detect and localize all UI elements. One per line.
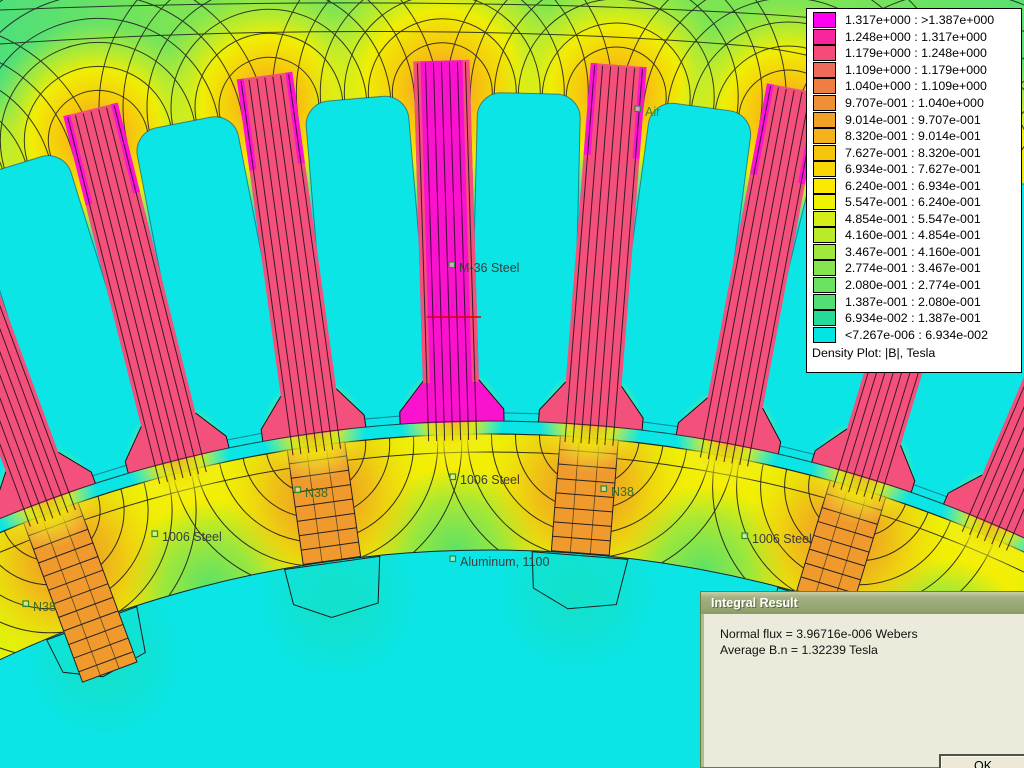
legend-range-label: 1.387e-001 : 2.080e-001	[845, 295, 981, 309]
legend-range-label: 6.934e-002 : 1.387e-001	[845, 311, 981, 325]
legend-row: 9.707e-001 : 1.040e+000	[807, 95, 1021, 112]
legend-row: 9.014e-001 : 9.707e-001	[807, 111, 1021, 128]
legend-range-label: 3.467e-001 : 4.160e-001	[845, 245, 981, 259]
legend-row: 1.179e+000 : 1.248e+000	[807, 45, 1021, 62]
legend-row: 2.080e-001 : 2.774e-001	[807, 277, 1021, 294]
legend-swatch	[813, 161, 836, 177]
legend-row: 1.248e+000 : 1.317e+000	[807, 29, 1021, 46]
legend-range-label: 6.240e-001 : 6.934e-001	[845, 179, 981, 193]
svg-text:1006 Steel: 1006 Steel	[162, 530, 222, 544]
legend-swatch	[813, 211, 836, 227]
legend-range-label: 2.774e-001 : 3.467e-001	[845, 261, 981, 275]
legend-row: 6.240e-001 : 6.934e-001	[807, 177, 1021, 194]
svg-text:N38: N38	[611, 485, 634, 499]
legend-row: 1.040e+000 : 1.109e+000	[807, 78, 1021, 95]
legend-swatch	[813, 128, 836, 144]
svg-text:1006 Steel: 1006 Steel	[460, 473, 520, 487]
legend-swatch	[813, 194, 836, 210]
svg-text:1006 Steel: 1006 Steel	[752, 532, 812, 546]
legend-row: 6.934e-001 : 7.627e-001	[807, 161, 1021, 178]
legend-row: 2.774e-001 : 3.467e-001	[807, 260, 1021, 277]
legend-swatch	[813, 178, 836, 194]
legend-row: <7.267e-006 : 6.934e-002	[807, 326, 1021, 343]
legend-swatch	[813, 327, 836, 343]
legend-range-label: 1.040e+000 : 1.109e+000	[845, 79, 987, 93]
legend-swatch	[813, 310, 836, 326]
legend-swatch	[813, 78, 836, 94]
legend-row: 4.854e-001 : 5.547e-001	[807, 211, 1021, 228]
svg-text:Aluminum, 1100: Aluminum, 1100	[460, 555, 549, 569]
legend-row: 4.160e-001 : 4.854e-001	[807, 227, 1021, 244]
material-label: 1006 Steel	[450, 473, 520, 487]
svg-text:Air: Air	[645, 105, 660, 119]
legend-swatch	[813, 294, 836, 310]
dialog-body: Normal flux = 3.96716e-006 Webers Averag…	[704, 614, 1024, 767]
legend-caption: Density Plot: |B|, Tesla	[807, 343, 1021, 360]
dialog-title: Integral Result	[711, 596, 798, 610]
legend-range-label: 9.014e-001 : 9.707e-001	[845, 113, 981, 127]
stator-slot	[470, 92, 581, 414]
normal-flux-result: Normal flux = 3.96716e-006 Webers	[720, 627, 1024, 643]
femm-window: Air M-36 Steel 1006 Steel 1006 Steel 1006 St…	[0, 0, 1024, 768]
integral-result-dialog: Integral Result Normal flux = 3.96716e-0…	[700, 591, 1024, 768]
legend-swatch	[813, 12, 836, 28]
legend-range-label: 9.707e-001 : 1.040e+000	[845, 96, 984, 110]
legend-swatch	[813, 29, 836, 45]
legend-row: 1.387e-001 : 2.080e-001	[807, 293, 1021, 310]
legend-range-label: 1.109e+000 : 1.179e+000	[845, 63, 987, 77]
legend-range-label: 1.248e+000 : 1.317e+000	[845, 30, 987, 44]
legend-row: 5.547e-001 : 6.240e-001	[807, 194, 1021, 211]
legend-range-label: 6.934e-001 : 7.627e-001	[845, 162, 981, 176]
legend-row: 8.320e-001 : 9.014e-001	[807, 128, 1021, 145]
material-label: M-36 Steel	[449, 261, 519, 275]
legend-range-label: 8.320e-001 : 9.014e-001	[845, 129, 981, 143]
legend-row: 1.317e+000 : >1.387e+000	[807, 12, 1021, 29]
legend-swatch	[813, 227, 836, 243]
legend-swatch	[813, 145, 836, 161]
legend-swatch	[813, 244, 836, 260]
material-label: 1006 Steel	[152, 530, 222, 544]
svg-text:N38: N38	[33, 600, 56, 614]
legend-rows: 1.317e+000 : >1.387e+000 1.248e+000 : 1.3…	[807, 12, 1021, 343]
legend-range-label: 7.627e-001 : 8.320e-001	[845, 146, 981, 160]
legend-row: 1.109e+000 : 1.179e+000	[807, 62, 1021, 79]
ok-button[interactable]: OK	[939, 754, 1024, 768]
dialog-titlebar[interactable]: Integral Result	[701, 592, 1024, 614]
legend-range-label: <7.267e-006 : 6.934e-002	[845, 328, 988, 342]
legend-range-label: 1.179e+000 : 1.248e+000	[845, 46, 987, 60]
average-bn-result: Average B.n = 1.32239 Tesla	[720, 643, 1024, 659]
legend-range-label: 4.854e-001 : 5.547e-001	[845, 212, 981, 226]
legend-range-label: 1.317e+000 : >1.387e+000	[845, 13, 994, 27]
legend-swatch	[813, 95, 836, 111]
svg-text:N38: N38	[305, 486, 328, 500]
legend-range-label: 4.160e-001 : 4.854e-001	[845, 228, 981, 242]
material-label: 1006 Steel	[742, 532, 812, 546]
legend-row: 7.627e-001 : 8.320e-001	[807, 144, 1021, 161]
legend-swatch	[813, 260, 836, 276]
legend-swatch	[813, 62, 836, 78]
material-label: Aluminum, 1100	[450, 555, 549, 569]
svg-text:M-36 Steel: M-36 Steel	[459, 261, 519, 275]
legend-row: 6.934e-002 : 1.387e-001	[807, 310, 1021, 327]
legend-range-label: 5.547e-001 : 6.240e-001	[845, 195, 981, 209]
density-legend-panel: 1.317e+000 : >1.387e+000 1.248e+000 : 1.3…	[806, 8, 1022, 373]
legend-swatch	[813, 277, 836, 293]
legend-swatch	[813, 112, 836, 128]
legend-range-label: 2.080e-001 : 2.774e-001	[845, 278, 981, 292]
legend-row: 3.467e-001 : 4.160e-001	[807, 244, 1021, 261]
legend-swatch	[813, 45, 836, 61]
